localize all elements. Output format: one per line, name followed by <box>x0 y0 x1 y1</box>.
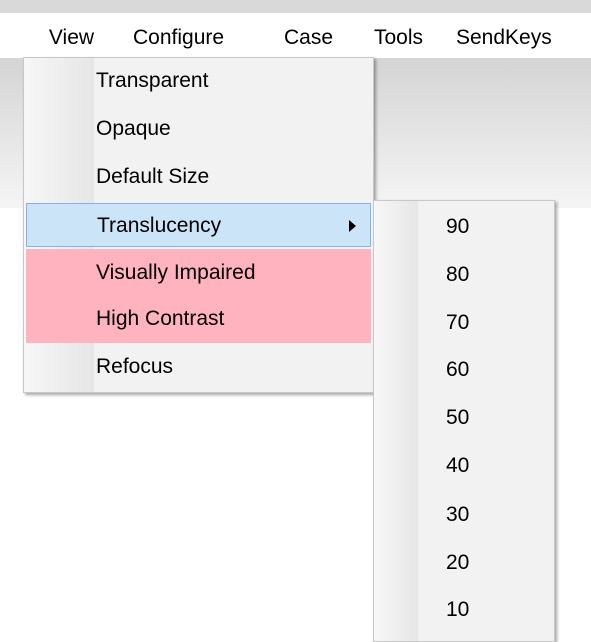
menu-configure[interactable]: Configure <box>133 18 224 58</box>
menu-item-label: 40 <box>446 454 470 477</box>
translucency-submenu: 90 80 70 60 50 40 30 20 10 <box>373 200 555 642</box>
menu-item-label: 70 <box>446 311 470 334</box>
menu-item-label: Refocus <box>96 355 174 378</box>
menu-item-40[interactable]: 40 <box>376 444 552 488</box>
menu-view[interactable]: View <box>27 18 116 58</box>
menu-item-refocus[interactable]: Refocus <box>26 345 371 389</box>
menu-item-80[interactable]: 80 <box>376 253 552 297</box>
menu-bar: View Configure Case Tools SendKeys <box>0 0 591 58</box>
menu-item-label: 30 <box>446 503 470 526</box>
menu-item-label: 10 <box>446 598 470 621</box>
menu-item-label: Default Size <box>96 165 210 188</box>
menu-sendkeys[interactable]: SendKeys <box>456 18 552 58</box>
menu-item-70[interactable]: 70 <box>376 301 552 345</box>
menu-item-label: High Contrast <box>96 307 225 330</box>
menu-item-label: Visually Impaired <box>96 261 256 284</box>
menu-item-label: 20 <box>446 551 470 574</box>
menu-item-10[interactable]: 10 <box>376 588 552 632</box>
menu-item-high-contrast[interactable]: High Contrast <box>26 297 371 343</box>
menu-item-label: 60 <box>446 358 470 381</box>
menu-item-label: 50 <box>446 406 470 429</box>
menu-tools[interactable]: Tools <box>374 18 423 58</box>
menu-item-60[interactable]: 60 <box>376 348 552 392</box>
title-strip <box>0 0 591 13</box>
menu-item-label: Opaque <box>96 117 171 140</box>
menu-item-default-size[interactable]: Default Size <box>26 155 371 199</box>
menu-item-label: Transparent <box>96 69 209 92</box>
menu-item-translucency[interactable]: Translucency <box>26 203 371 247</box>
menu-item-30[interactable]: 30 <box>376 493 552 537</box>
menu-item-opaque[interactable]: Opaque <box>26 107 371 151</box>
menu-item-visually-impaired[interactable]: Visually Impaired <box>26 249 371 297</box>
menu-item-label: Translucency <box>97 214 222 237</box>
menu-item-50[interactable]: 50 <box>376 396 552 440</box>
menu-item-label: 90 <box>446 215 470 238</box>
menu-case[interactable]: Case <box>284 18 333 58</box>
menu-item-transparent[interactable]: Transparent <box>26 59 371 103</box>
submenu-arrow-icon <box>349 220 356 232</box>
menu-item-90[interactable]: 90 <box>376 205 552 249</box>
menu-item-label: 80 <box>446 263 470 286</box>
menu-item-20[interactable]: 20 <box>376 541 552 585</box>
view-menu: Transparent Opaque Default Size Transluc… <box>23 57 374 393</box>
